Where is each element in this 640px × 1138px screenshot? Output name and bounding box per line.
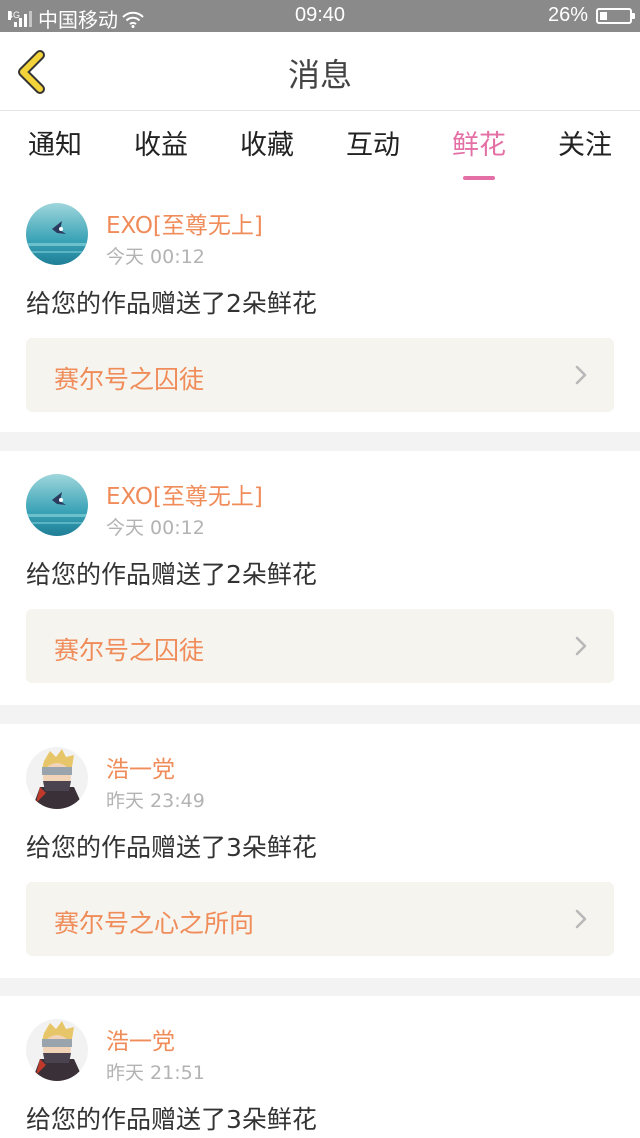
status-right: 26% <box>547 4 635 27</box>
message-text: 给您的作品赠送了2朵鲜花 <box>26 560 317 589</box>
timestamp: 今天 00:12 <box>106 517 205 539</box>
bird-ocean-avatar-icon <box>26 203 88 265</box>
work-title: 赛尔号之囚徒 <box>54 365 205 394</box>
message-card: EXO[至尊无上] 今天 00:12 给您的作品赠送了2朵鲜花 赛尔号之囚徒 <box>0 180 640 432</box>
message-text: 给您的作品赠送了2朵鲜花 <box>26 289 317 318</box>
avatar[interactable] <box>26 474 88 536</box>
username[interactable]: EXO[至尊无上] <box>106 477 263 511</box>
timestamp: 昨天 21:51 <box>106 1062 205 1084</box>
tab-notice[interactable]: 通知 <box>5 123 105 162</box>
tab-bar: 通知 收益 收藏 互动 鲜花 关注 <box>0 111 640 180</box>
page-title: 消息 <box>287 56 352 94</box>
ninja-character-avatar-icon <box>26 747 88 809</box>
tab-favorites[interactable]: 收藏 <box>217 123 317 162</box>
message-text: 给您的作品赠送了3朵鲜花 <box>26 833 317 862</box>
work-link[interactable]: 赛尔号之心之所向 <box>26 882 614 956</box>
tab-label: 收藏 <box>240 130 294 161</box>
timestamp: 昨天 23:49 <box>106 790 205 812</box>
tab-label: 关注 <box>558 130 612 161</box>
work-link[interactable]: 赛尔号之囚徒 <box>26 609 614 683</box>
message-card: EXO[至尊无上] 今天 00:12 给您的作品赠送了2朵鲜花 赛尔号之囚徒 <box>0 451 640 705</box>
chevron-right-icon <box>575 636 587 656</box>
work-title: 赛尔号之心之所向 <box>54 909 255 938</box>
status-bar: 4G 中国移动 09:40 26% <box>0 0 640 32</box>
message-card: 浩一党 昨天 21:51 给您的作品赠送了3朵鲜花 <box>0 996 640 1138</box>
bird-ocean-avatar-icon <box>26 474 88 536</box>
username[interactable]: 浩一党 <box>106 1022 175 1056</box>
avatar[interactable] <box>26 747 88 809</box>
battery-icon <box>596 7 635 24</box>
tab-label: 互动 <box>346 130 400 161</box>
status-time: 09:40 <box>294 4 346 26</box>
tab-earnings[interactable]: 收益 <box>111 123 211 162</box>
tab-label: 收益 <box>134 130 188 161</box>
timestamp: 今天 00:12 <box>106 246 205 268</box>
message-card: 浩一党 昨天 23:49 给您的作品赠送了3朵鲜花 赛尔号之心之所向 <box>0 724 640 978</box>
tab-interaction[interactable]: 互动 <box>323 123 423 162</box>
nav-bar: 消息 <box>0 32 640 111</box>
tab-flowers[interactable]: 鲜花 <box>429 123 529 180</box>
tab-label: 鲜花 <box>452 130 506 161</box>
tab-label: 通知 <box>28 130 82 161</box>
ninja-character-avatar-icon <box>26 1019 88 1081</box>
work-link[interactable]: 赛尔号之囚徒 <box>26 338 614 412</box>
avatar[interactable] <box>26 1019 88 1081</box>
work-title: 赛尔号之囚徒 <box>54 636 205 665</box>
username[interactable]: 浩一党 <box>106 750 175 784</box>
chevron-right-icon <box>575 365 587 385</box>
avatar[interactable] <box>26 203 88 265</box>
message-text: 给您的作品赠送了3朵鲜花 <box>26 1105 317 1134</box>
username[interactable]: EXO[至尊无上] <box>106 206 263 240</box>
tab-follow[interactable]: 关注 <box>535 123 635 162</box>
chevron-right-icon <box>575 909 587 929</box>
battery-percent: 26% <box>547 4 588 26</box>
